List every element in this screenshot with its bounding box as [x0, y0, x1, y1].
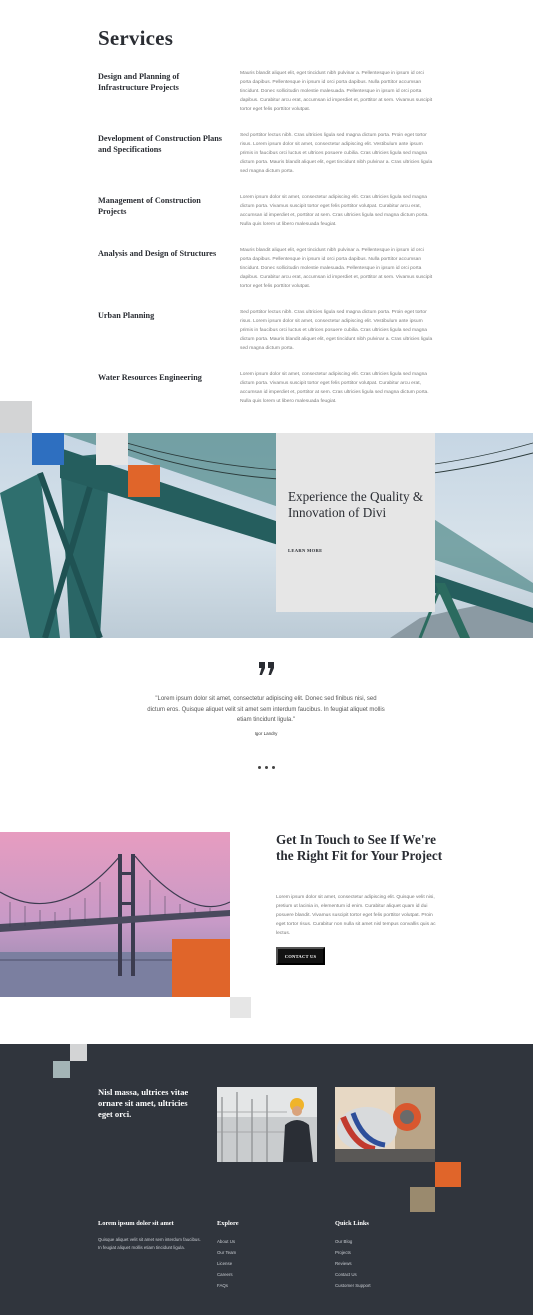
- service-name: Development of Construction Plans and Sp…: [98, 134, 222, 154]
- decor-square: [128, 465, 160, 497]
- service-description: Lorem ipsum dolor sit amet, consectetur …: [240, 195, 429, 227]
- contact-text: Lorem ipsum dolor sit amet, consectetur …: [276, 895, 436, 936]
- learn-more-link[interactable]: LEARN MORE: [288, 548, 323, 553]
- testimonial-author: Igor Landry: [254, 731, 278, 736]
- service-name: Analysis and Design of Structures: [98, 249, 217, 258]
- footer-link-contact-us[interactable]: Contact Us: [335, 1269, 371, 1280]
- quote-icon: [259, 662, 274, 675]
- footer-link-about-us[interactable]: About Us: [217, 1236, 236, 1247]
- service-description: Mauris blandit aliquet elit, eget tincid…: [240, 71, 433, 112]
- concrete-mixer-illustration: [335, 1087, 435, 1162]
- slider-dot[interactable]: [258, 766, 261, 769]
- decor-square: [53, 1061, 70, 1078]
- decor-square: [32, 433, 64, 465]
- service-description: Sed porttitor lectus nibh. Cras ultricie…: [240, 133, 433, 174]
- footer-link-careers[interactable]: Careers: [217, 1269, 236, 1280]
- footer-mixer-image: [335, 1087, 435, 1162]
- footer-about-text: Quisque aliquet velit sit amet sem inter…: [98, 1237, 201, 1250]
- footer-link-our-blog[interactable]: Our Blog: [335, 1236, 371, 1247]
- service-name: Management of Construction Projects: [98, 196, 201, 216]
- testimonial-quote: "Lorem ipsum dolor sit amet, consectetur…: [147, 696, 385, 723]
- decor-square: [70, 1044, 87, 1061]
- footer-worker-image: [217, 1087, 317, 1162]
- decor-square: [230, 997, 251, 1018]
- service-description: Lorem ipsum dolor sit amet, consectetur …: [240, 372, 429, 404]
- footer-explore-links: About Us Our Team License Careers FAQs: [217, 1236, 236, 1291]
- service-name: Urban Planning: [98, 311, 155, 320]
- footer-quick-links-title: Quick Links: [335, 1220, 369, 1227]
- decor-square: [172, 939, 230, 997]
- footer-link-our-team[interactable]: Our Team: [217, 1247, 236, 1258]
- services-title: Services: [98, 26, 174, 50]
- bridge-illustration: [0, 433, 533, 638]
- footer-link-projects[interactable]: Projects: [335, 1247, 371, 1258]
- hero-heading: Experience the Quality & Innovation of D…: [288, 489, 424, 520]
- hero-card: [276, 433, 435, 612]
- contact-heading: Get In Touch to See If We're the Right F…: [276, 832, 443, 863]
- service-description: Mauris blandit aliquet elit, eget tincid…: [240, 248, 433, 289]
- worker-illustration: [217, 1087, 317, 1162]
- decor-square: [410, 1187, 435, 1212]
- decor-square: [96, 433, 128, 465]
- service-name: Design and Planning of Infrastructure Pr…: [98, 72, 180, 92]
- decor-square: [435, 1162, 461, 1187]
- footer-quick-links: Our Blog Projects Reviews Contact Us Cus…: [335, 1236, 371, 1291]
- slider-dots[interactable]: [258, 766, 275, 770]
- footer-tagline: Nisl massa, ultrices vitae ornare sit am…: [98, 1087, 189, 1119]
- contact-us-button[interactable]: CONTACT US: [276, 947, 325, 965]
- footer-link-faqs[interactable]: FAQs: [217, 1280, 236, 1291]
- service-name: Water Resources Engineering: [98, 373, 202, 382]
- footer-explore-title: Explore: [217, 1220, 239, 1227]
- slider-dot[interactable]: [272, 766, 275, 769]
- decor-square: [0, 401, 32, 433]
- slider-dot[interactable]: [265, 766, 268, 769]
- service-description: Sed porttitor lectus nibh. Cras ultricie…: [240, 310, 433, 351]
- footer-link-customer-support[interactable]: Customer Support: [335, 1280, 371, 1291]
- footer-link-license[interactable]: License: [217, 1258, 236, 1269]
- footer-about-title: Lorem ipsum dolor sit amet: [98, 1220, 174, 1227]
- footer-link-reviews[interactable]: Reviews: [335, 1258, 371, 1269]
- hero-bridge-image: [0, 433, 533, 638]
